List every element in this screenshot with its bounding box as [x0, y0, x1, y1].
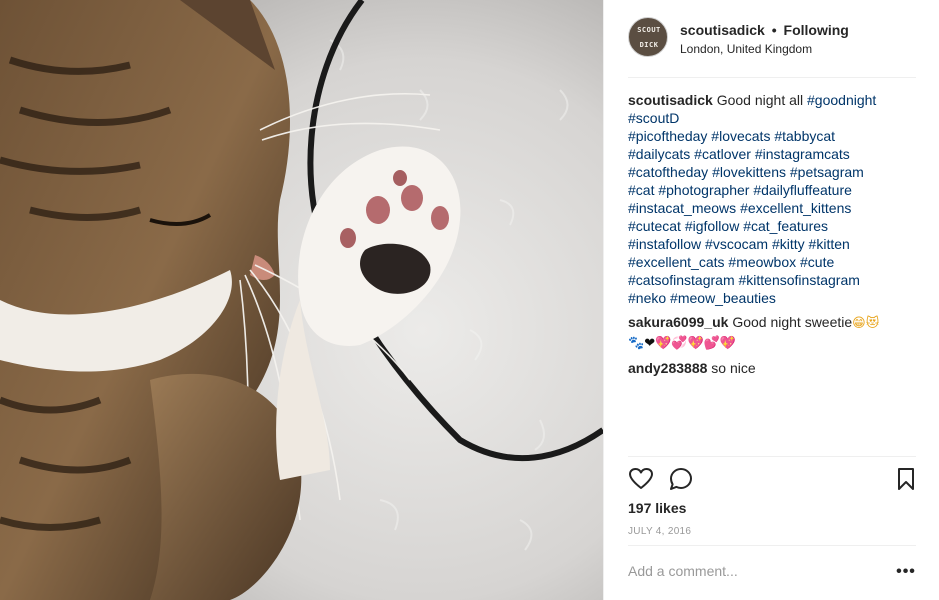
caption: scoutisadick Good night all #goodnight #…	[628, 91, 920, 307]
hashtag-link[interactable]: #meowbox	[728, 254, 796, 270]
grin-emoji-icon: 😁	[852, 316, 866, 331]
hashtag-link[interactable]: #lovekittens	[712, 164, 786, 180]
hashtag-link[interactable]: #excellent_cats	[628, 254, 725, 270]
hashtag-link[interactable]: #lovecats	[711, 128, 770, 144]
hashtag-link[interactable]: #scoutD	[628, 110, 679, 126]
add-comment-input[interactable]: Add a comment...	[628, 563, 878, 579]
avatar[interactable]: SCOUT DICK	[628, 17, 668, 57]
separator-dot: •	[771, 22, 777, 38]
hashtag-link[interactable]: #instacat_meows	[628, 200, 736, 216]
post-side-panel: SCOUT DICK scoutisadick • Following Lond…	[603, 0, 939, 600]
hashtag-link[interactable]: #dailyfluffeature	[753, 182, 852, 198]
hashtag-link[interactable]: #kitten	[809, 236, 850, 252]
hashtag-link[interactable]: #excellent_kittens	[740, 200, 851, 216]
sparkling-heart-emoji-icon: 💖	[687, 336, 704, 351]
bookmark-icon	[898, 468, 914, 490]
hashtag-link[interactable]: #instafollow	[628, 236, 701, 252]
author-username-link[interactable]: scoutisadick	[680, 22, 765, 38]
comment-text: Good night sweetie	[732, 314, 853, 330]
hashtag-link[interactable]: #instagramcats	[755, 146, 850, 162]
post-photo[interactable]	[0, 0, 603, 600]
following-button[interactable]: Following	[784, 22, 849, 38]
post-header: SCOUT DICK scoutisadick • Following Lond…	[604, 0, 939, 78]
caption-text: Good night all	[716, 92, 804, 108]
comments-list: scoutisadick Good night all #goodnight #…	[628, 91, 920, 377]
avatar-text-top: SCOUT	[637, 26, 661, 34]
hashtag-link[interactable]: #dailycats	[628, 146, 690, 162]
hashtag-link[interactable]: #igfollow	[685, 218, 739, 234]
avatar-text-bottom: DICK	[639, 41, 659, 49]
caption-username-link[interactable]: scoutisadick	[628, 92, 713, 108]
hashtag-link[interactable]: #goodnight	[807, 92, 876, 108]
divider	[628, 77, 916, 78]
two-hearts-emoji-icon: 💕	[703, 336, 720, 351]
hashtag-link[interactable]: #tabbycat	[774, 128, 835, 144]
heart-emoji-icon: ❤	[644, 336, 656, 351]
more-options-button[interactable]: •••	[894, 562, 918, 582]
comment-icon	[670, 468, 692, 490]
divider	[628, 456, 916, 457]
heart-eyes-cat-emoji-icon: 😻	[865, 316, 880, 331]
divider	[628, 545, 916, 546]
revolving-hearts-emoji-icon: 💞	[671, 336, 688, 351]
hashtag-link[interactable]: #photographer	[658, 182, 749, 198]
hashtag-link[interactable]: #kitty	[772, 236, 805, 252]
comment-username-link[interactable]: andy283888	[628, 360, 707, 376]
hashtag-link[interactable]: #vscocam	[705, 236, 768, 252]
hashtag-link[interactable]: #catsofinstagram	[628, 272, 735, 288]
sparkling-heart-emoji-icon: 💖	[719, 336, 737, 351]
hashtag-link[interactable]: #petsagram	[790, 164, 864, 180]
more-dots-icon: •••	[896, 563, 916, 580]
comment-text: so nice	[711, 360, 756, 376]
hashtag-link[interactable]: #picoftheday	[628, 128, 707, 144]
like-button[interactable]	[628, 466, 656, 494]
comment: andy283888 so nice	[628, 359, 920, 377]
hashtag-link[interactable]: #catlover	[694, 146, 751, 162]
hashtag-link[interactable]: #cat	[628, 182, 654, 198]
comment-button[interactable]	[668, 466, 696, 494]
author-line: scoutisadick • Following	[680, 22, 849, 38]
hashtag-link[interactable]: #catoftheday	[628, 164, 708, 180]
hashtag-link[interactable]: #kittensofinstagram	[739, 272, 860, 288]
comment-username-link[interactable]: sakura6099_uk	[628, 314, 728, 330]
sparkling-heart-emoji-icon: 💖	[655, 336, 672, 351]
heart-icon	[629, 468, 653, 489]
hashtag-link[interactable]: #neko	[628, 290, 666, 306]
action-bar	[628, 466, 919, 494]
instagram-post: SCOUT DICK scoutisadick • Following Lond…	[0, 0, 939, 600]
hashtag-link[interactable]: #meow_beauties	[670, 290, 776, 306]
likes-count[interactable]: 197 likes	[628, 500, 686, 516]
location-link[interactable]: London, United Kingdom	[680, 42, 812, 56]
post-date[interactable]: JULY 4, 2016	[628, 526, 691, 537]
comment: sakura6099_uk Good night sweetie😁😻 🐾❤💖💞💖…	[628, 313, 920, 353]
hashtag-link[interactable]: #cute	[800, 254, 834, 270]
save-button[interactable]	[893, 466, 921, 494]
hashtag-link[interactable]: #cat_features	[743, 218, 828, 234]
hashtag-link[interactable]: #cutecat	[628, 218, 681, 234]
cat-photo-image	[0, 0, 603, 600]
paw-prints-emoji-icon: 🐾	[628, 336, 645, 351]
